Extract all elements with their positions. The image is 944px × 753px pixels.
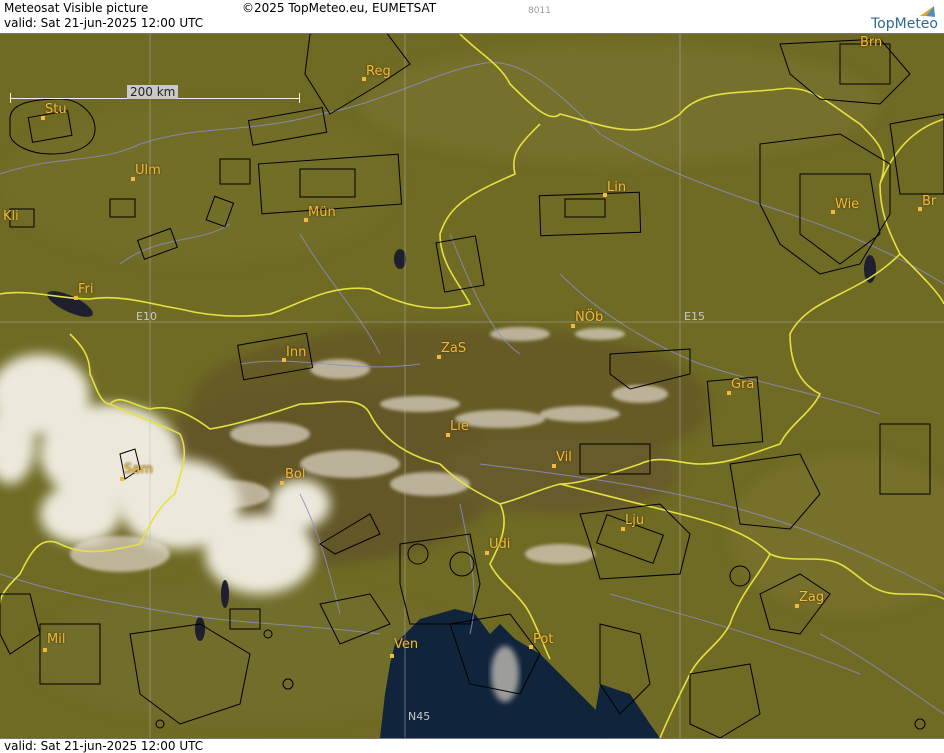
city-label-nob[interactable]: NÖb [575, 310, 603, 325]
city-label-stu[interactable]: Stu [45, 102, 67, 117]
scale-label: 200 km [127, 85, 179, 99]
header-bar: Meteosat Visible picture valid: Sat 21-j… [0, 0, 944, 34]
scale-tick-left [10, 93, 11, 103]
city-label-vil[interactable]: Vil [556, 450, 572, 465]
city-label-udi[interactable]: Udi [489, 537, 510, 552]
city-label-bra[interactable]: Br [922, 194, 936, 209]
city-label-reg[interactable]: Reg [366, 64, 391, 79]
grid-label-e10: E10 [136, 310, 157, 323]
city-label-gra[interactable]: Gra [731, 377, 754, 392]
city-label-brn[interactable]: Brn [860, 35, 882, 50]
city-label-sam[interactable]: Sam [124, 462, 153, 477]
copyright-text: ©2025 TopMeteo.eu, EUMETSAT [242, 1, 437, 15]
topmeteo-logo[interactable]: TopMeteo [846, 4, 938, 32]
map-canvas [0, 34, 944, 738]
city-label-mil[interactable]: Mil [47, 632, 65, 647]
valid-time: valid: Sat 21-jun-2025 12:00 UTC [4, 16, 204, 30]
map-frame: Meteosat Visible picture valid: Sat 21-j… [0, 0, 944, 753]
city-label-bol[interactable]: Bol [285, 467, 305, 482]
scale-tick-right [299, 93, 300, 103]
image-code: 8011 [528, 6, 551, 16]
city-marker [43, 648, 47, 652]
grid-label-e15: E15 [684, 310, 705, 323]
scale-bar: 200 km [10, 85, 300, 103]
grid-label-n45: N45 [408, 710, 431, 723]
city-label-lie[interactable]: Lie [450, 419, 469, 434]
logo-text: TopMeteo [871, 16, 938, 32]
footer-valid-time: valid: Sat 21-jun-2025 12:00 UTC [4, 739, 204, 753]
product-title: Meteosat Visible picture [4, 1, 149, 15]
city-label-ven[interactable]: Ven [394, 637, 418, 652]
city-label-kli[interactable]: Kli [3, 209, 19, 224]
city-label-mun[interactable]: Mün [308, 205, 336, 220]
satellite-map[interactable]: 200 km E10 E15 N45 Reg Brn Stu Ulm Mün L… [0, 34, 944, 738]
city-label-zag[interactable]: Zag [799, 590, 824, 605]
city-label-lin[interactable]: Lin [607, 180, 626, 195]
city-marker [390, 654, 394, 658]
city-label-pot[interactable]: Pot [533, 632, 553, 647]
city-label-lju[interactable]: Lju [625, 513, 644, 528]
city-label-fri[interactable]: Fri [78, 282, 94, 297]
city-marker [120, 477, 124, 481]
city-label-zas[interactable]: ZaS [441, 341, 466, 356]
footer-bar: valid: Sat 21-jun-2025 12:00 UTC [0, 738, 944, 753]
city-marker [280, 481, 284, 485]
city-label-ulm[interactable]: Ulm [135, 163, 161, 178]
city-label-wie[interactable]: Wie [835, 197, 859, 212]
city-label-inn[interactable]: Inn [286, 345, 306, 360]
